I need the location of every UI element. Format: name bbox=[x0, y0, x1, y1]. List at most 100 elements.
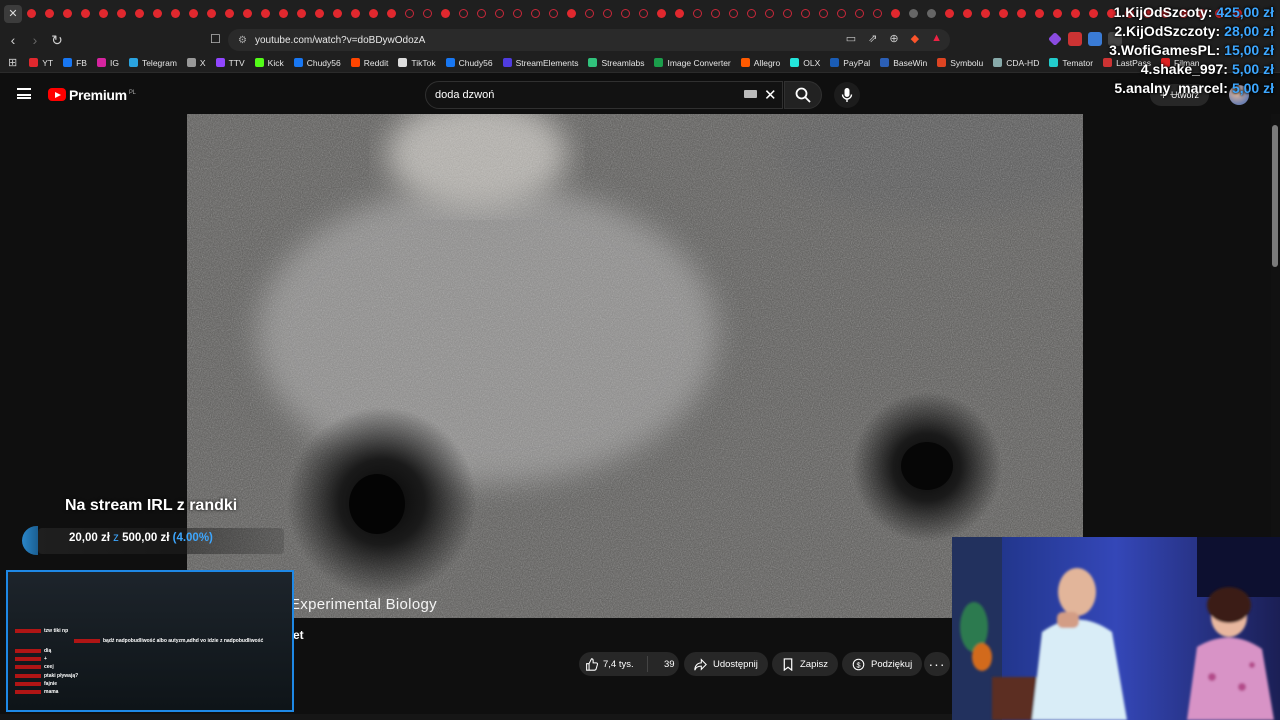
bookmark-item[interactable]: Allegro bbox=[740, 58, 780, 68]
page-scrollbar-thumb[interactable] bbox=[1272, 125, 1278, 267]
tab-favicon-icon[interactable] bbox=[598, 5, 616, 23]
tab-favicon-icon[interactable] bbox=[616, 5, 634, 23]
tab-favicon-icon[interactable] bbox=[1030, 5, 1048, 23]
bookmark-item[interactable]: PayPal bbox=[830, 58, 870, 68]
clear-search-icon[interactable]: ✕ bbox=[764, 86, 777, 104]
reload-icon[interactable]: ↻ bbox=[46, 32, 68, 49]
tab-favicon-icon[interactable] bbox=[976, 5, 994, 23]
bookmark-item[interactable]: Chudy56 bbox=[293, 58, 341, 68]
tab-favicon-icon[interactable] bbox=[706, 5, 724, 23]
bookmark-item[interactable]: Reddit bbox=[350, 58, 388, 68]
tab-favicon-icon[interactable] bbox=[436, 5, 454, 23]
bookmark-item[interactable]: TTV bbox=[215, 58, 245, 68]
close-tab-icon[interactable]: ✕ bbox=[4, 4, 22, 23]
search-button[interactable] bbox=[784, 81, 822, 109]
bookmark-item[interactable]: YT bbox=[29, 58, 53, 68]
tab-favicon-icon[interactable] bbox=[130, 5, 148, 23]
extension-icon[interactable] bbox=[1088, 32, 1102, 46]
bookmark-item[interactable]: BaseWin bbox=[880, 58, 927, 68]
tab-favicon-icon[interactable] bbox=[256, 5, 274, 23]
tab-favicon-icon[interactable] bbox=[346, 5, 364, 23]
bookmark-item[interactable]: Image Converter bbox=[654, 58, 731, 68]
thanks-button[interactable]: $ Podziękuj bbox=[842, 652, 923, 676]
tab-favicon-icon[interactable] bbox=[148, 5, 166, 23]
tab-favicon-icon[interactable] bbox=[760, 5, 778, 23]
bookmark-item[interactable]: Streamlabs bbox=[588, 58, 644, 68]
zoom-icon[interactable]: ⊕ bbox=[889, 32, 898, 45]
tab-favicon-icon[interactable] bbox=[886, 5, 904, 23]
tab-favicon-icon[interactable] bbox=[904, 5, 922, 23]
bookmark-item[interactable]: Kick bbox=[254, 58, 284, 68]
tab-favicon-icon[interactable] bbox=[562, 5, 580, 23]
back-icon[interactable]: ‹ bbox=[2, 32, 24, 48]
bookmark-item[interactable]: OLX bbox=[790, 58, 820, 68]
tab-favicon-icon[interactable] bbox=[994, 5, 1012, 23]
tab-favicon-icon[interactable] bbox=[220, 5, 238, 23]
menu-icon[interactable] bbox=[17, 88, 31, 99]
tab-favicon-icon[interactable] bbox=[544, 5, 562, 23]
voice-search-button[interactable] bbox=[834, 82, 860, 108]
bookmark-item[interactable]: Telegram bbox=[128, 58, 177, 68]
tab-favicon-icon[interactable] bbox=[112, 5, 130, 23]
forward-icon[interactable]: › bbox=[24, 32, 46, 48]
share-button[interactable]: Udostępnij bbox=[684, 652, 768, 676]
tab-favicon-icon[interactable] bbox=[454, 5, 472, 23]
bookmark-item[interactable]: CDA-HD bbox=[993, 58, 1039, 68]
keyboard-icon[interactable] bbox=[744, 90, 757, 98]
tab-favicon-icon[interactable] bbox=[850, 5, 868, 23]
tab-favicon-icon[interactable] bbox=[400, 5, 418, 23]
tab-favicon-icon[interactable] bbox=[688, 5, 706, 23]
bookmark-item[interactable]: Temator bbox=[1049, 58, 1093, 68]
tab-favicon-icon[interactable] bbox=[184, 5, 202, 23]
bookmark-item[interactable]: IG bbox=[96, 58, 119, 68]
tab-favicon-icon[interactable] bbox=[22, 5, 40, 23]
cast-icon[interactable]: ▭ bbox=[846, 32, 856, 45]
bookmark-item[interactable]: Symbolu bbox=[937, 58, 983, 68]
tab-favicon-icon[interactable] bbox=[238, 5, 256, 23]
tab-favicon-icon[interactable] bbox=[1084, 5, 1102, 23]
tab-favicon-icon[interactable] bbox=[634, 5, 652, 23]
search-input[interactable]: doda dzwoń bbox=[425, 81, 783, 109]
bookmark-item[interactable]: X bbox=[186, 58, 206, 68]
bookmark-item[interactable]: FB bbox=[63, 58, 87, 68]
tab-favicon-icon[interactable] bbox=[310, 5, 328, 23]
like-button[interactable]: 7,4 tys. bbox=[579, 657, 641, 671]
tab-favicon-icon[interactable] bbox=[328, 5, 346, 23]
youtube-logo-icon[interactable] bbox=[48, 88, 66, 101]
tab-favicon-icon[interactable] bbox=[94, 5, 112, 23]
tab-favicon-icon[interactable] bbox=[40, 5, 58, 23]
tab-favicon-icon[interactable] bbox=[832, 5, 850, 23]
video-player[interactable] bbox=[187, 114, 1083, 618]
youtube-premium-logo[interactable]: Premium PL bbox=[69, 87, 136, 103]
tab-favicon-icon[interactable] bbox=[1012, 5, 1030, 23]
channel-name[interactable]: et bbox=[293, 628, 304, 642]
tab-favicon-icon[interactable] bbox=[814, 5, 832, 23]
tab-favicon-icon[interactable] bbox=[922, 5, 940, 23]
bookmark-item[interactable]: StreamElements bbox=[502, 58, 578, 68]
tab-favicon-icon[interactable] bbox=[274, 5, 292, 23]
tab-favicon-icon[interactable] bbox=[166, 5, 184, 23]
extension-icon[interactable] bbox=[1068, 32, 1082, 46]
tab-favicon-icon[interactable] bbox=[382, 5, 400, 23]
comment-count[interactable]: 39 bbox=[654, 659, 675, 670]
more-actions-icon[interactable]: ··· bbox=[924, 652, 950, 676]
tab-favicon-icon[interactable] bbox=[580, 5, 598, 23]
save-button[interactable]: Zapisz bbox=[772, 652, 838, 676]
share-page-icon[interactable]: ⇗ bbox=[868, 32, 877, 45]
tab-favicon-icon[interactable] bbox=[508, 5, 526, 23]
rewards-icon[interactable]: ▲ bbox=[931, 32, 942, 45]
bookmark-item[interactable]: Chudy56 bbox=[445, 58, 493, 68]
site-info-icon[interactable]: ⚙ bbox=[238, 35, 247, 46]
tab-favicon-icon[interactable] bbox=[796, 5, 814, 23]
extension-icon[interactable] bbox=[1048, 32, 1062, 46]
tab-favicon-icon[interactable] bbox=[472, 5, 490, 23]
tab-favicon-icon[interactable] bbox=[490, 5, 508, 23]
bookmark-item[interactable]: TikTok bbox=[398, 58, 436, 68]
tab-favicon-icon[interactable] bbox=[652, 5, 670, 23]
tab-favicon-icon[interactable] bbox=[670, 5, 688, 23]
tab-favicon-icon[interactable] bbox=[418, 5, 436, 23]
tab-favicon-icon[interactable] bbox=[58, 5, 76, 23]
tab-favicon-icon[interactable] bbox=[526, 5, 544, 23]
tab-favicon-icon[interactable] bbox=[778, 5, 796, 23]
tab-favicon-icon[interactable] bbox=[1048, 5, 1066, 23]
